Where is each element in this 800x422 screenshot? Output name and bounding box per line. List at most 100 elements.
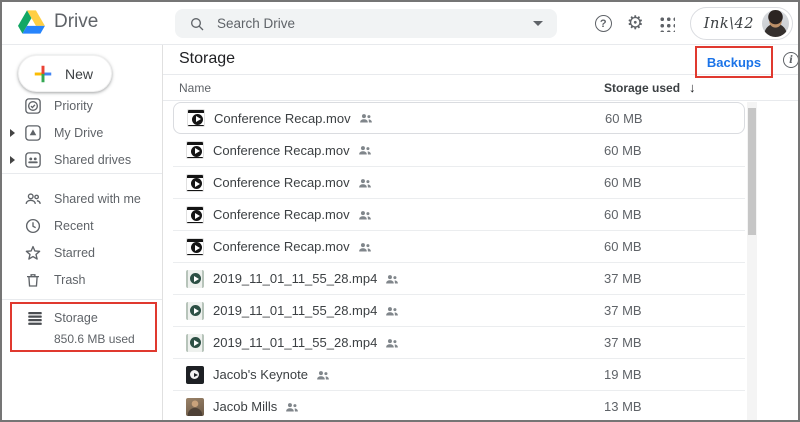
table-row[interactable]: Conference Recap.mov 60 MB [173, 166, 745, 198]
shared-drives-icon [24, 151, 42, 169]
topbar: Drive ? ⚙ Ink\42 [2, 2, 798, 45]
scrollbar[interactable] [747, 102, 757, 420]
mov-video-icon [186, 238, 204, 256]
table-row[interactable]: Jacob's Keynote 19 MB [173, 358, 745, 390]
column-header-name[interactable]: Name [179, 81, 211, 95]
new-button-label: New [65, 66, 93, 82]
sidebar-item-label: Shared with me [54, 192, 141, 206]
file-size: 13 MB [604, 399, 642, 414]
storage-icon [26, 309, 44, 327]
shared-people-icon [285, 400, 299, 414]
file-size: 60 MB [604, 175, 642, 190]
info-icon[interactable]: i [783, 52, 799, 68]
star-icon [24, 244, 42, 262]
page-title: Storage [179, 50, 235, 68]
mov-video-icon [186, 206, 204, 224]
search-bar[interactable] [175, 9, 557, 38]
sidebar-item-shared-with-me[interactable]: Shared with me [2, 185, 162, 212]
scrollbar-thumb[interactable] [748, 108, 756, 235]
sidebar-item-label: Recent [54, 219, 94, 233]
shared-people-icon [385, 336, 399, 350]
table-row[interactable]: Conference Recap.mov 60 MB [173, 198, 745, 230]
shared-people-icon [358, 143, 372, 157]
backups-link[interactable]: Backups [707, 55, 761, 70]
file-list: Conference Recap.mov 60 MB Conference Re… [173, 102, 745, 422]
table-row[interactable]: 2019_11_01_11_55_28.mp4 37 MB [173, 326, 745, 358]
user-avatar[interactable] [762, 10, 789, 37]
file-size: 60 MB [604, 207, 642, 222]
search-icon [189, 16, 205, 32]
column-header-storage-used[interactable]: Storage used ↓ [604, 80, 696, 95]
table-row[interactable]: Conference Recap.mov 60 MB [173, 230, 745, 262]
shared-people-icon [385, 272, 399, 286]
people-icon [24, 190, 42, 208]
trash-icon [24, 271, 42, 289]
drive-logo[interactable]: Drive [18, 10, 98, 34]
search-options-caret-icon[interactable] [533, 21, 543, 26]
sort-descending-arrow-icon[interactable]: ↓ [689, 80, 696, 95]
new-button[interactable]: New [18, 55, 112, 92]
google-drive-window: Drive ? ⚙ Ink\42 [0, 0, 800, 422]
sidebar-item-my-drive[interactable]: My Drive [2, 119, 162, 146]
sidebar-item-label: Priority [54, 99, 93, 113]
topbar-actions: ? ⚙ Ink\42 [595, 2, 793, 45]
highlight-box-backups: Backups [695, 46, 773, 78]
shared-people-icon [358, 240, 372, 254]
file-name: Conference Recap.mov [214, 111, 351, 126]
table-row[interactable]: 2019_11_01_11_55_28.mp4 37 MB [173, 294, 745, 326]
file-name: Conference Recap.mov [213, 239, 350, 254]
shared-people-icon [358, 176, 372, 190]
sidebar-item-priority[interactable]: Priority [2, 92, 162, 119]
sidebar-item-label: Storage [54, 311, 98, 325]
mp4-video-icon [186, 302, 204, 320]
help-icon[interactable]: ? [595, 15, 612, 32]
shared-people-icon [359, 111, 373, 125]
table-row[interactable]: Conference Recap.mov 60 MB [173, 134, 745, 166]
column-headers: Name Storage used ↓ [163, 75, 798, 101]
sidebar-item-trash[interactable]: Trash [2, 266, 162, 293]
expand-arrow-icon[interactable] [10, 129, 15, 137]
expand-arrow-icon[interactable] [10, 156, 15, 164]
file-name: 2019_11_01_11_55_28.mp4 [213, 271, 377, 286]
file-size: 60 MB [604, 239, 642, 254]
mov-video-icon [186, 174, 204, 192]
sidebar-item-label: Shared drives [54, 153, 131, 167]
table-row[interactable]: Conference Recap.mov 60 MB [173, 102, 745, 134]
file-name: Conference Recap.mov [213, 175, 350, 190]
main-content: Storage Backups i Name Storage used ↓ Co… [163, 45, 798, 420]
settings-gear-icon[interactable]: ⚙ [627, 14, 644, 33]
sidebar-item-label: Starred [54, 246, 95, 260]
account-pill[interactable]: Ink\42 [690, 7, 793, 40]
file-name: 2019_11_01_11_55_28.mp4 [213, 303, 377, 318]
search-input[interactable] [217, 16, 521, 31]
storage-usage-text: 850.6 MB used [12, 332, 155, 346]
mp4-video-icon [186, 270, 204, 288]
file-name: 2019_11_01_11_55_28.mp4 [213, 335, 377, 350]
table-row[interactable]: Jacob Mills 13 MB [173, 390, 745, 422]
drive-triangle-icon [18, 10, 45, 34]
sidebar-item-storage[interactable]: Storage [12, 304, 155, 327]
apps-grid-icon[interactable] [659, 16, 675, 32]
file-size: 37 MB [604, 335, 642, 350]
sidebar-item-recent[interactable]: Recent [2, 212, 162, 239]
sidebar: New Priority My Drive [2, 45, 163, 420]
mov-video-icon [187, 109, 205, 127]
divider [2, 299, 162, 300]
file-name: Jacob's Keynote [213, 367, 308, 382]
file-name: Conference Recap.mov [213, 207, 350, 222]
shared-people-icon [316, 368, 330, 382]
sidebar-item-shared-drives[interactable]: Shared drives [2, 146, 162, 173]
shared-people-icon [385, 304, 399, 318]
file-size: 60 MB [604, 143, 642, 158]
app-title: Drive [54, 11, 98, 33]
keynote-video-icon [186, 366, 204, 384]
main-header: Storage Backups i [163, 45, 798, 75]
file-size: 37 MB [604, 303, 642, 318]
clock-icon [24, 217, 42, 235]
file-name: Conference Recap.mov [213, 143, 350, 158]
table-row[interactable]: 2019_11_01_11_55_28.mp4 37 MB [173, 262, 745, 294]
file-size: 37 MB [604, 271, 642, 286]
file-name: Jacob Mills [213, 399, 277, 414]
sidebar-item-label: My Drive [54, 126, 103, 140]
sidebar-item-starred[interactable]: Starred [2, 239, 162, 266]
